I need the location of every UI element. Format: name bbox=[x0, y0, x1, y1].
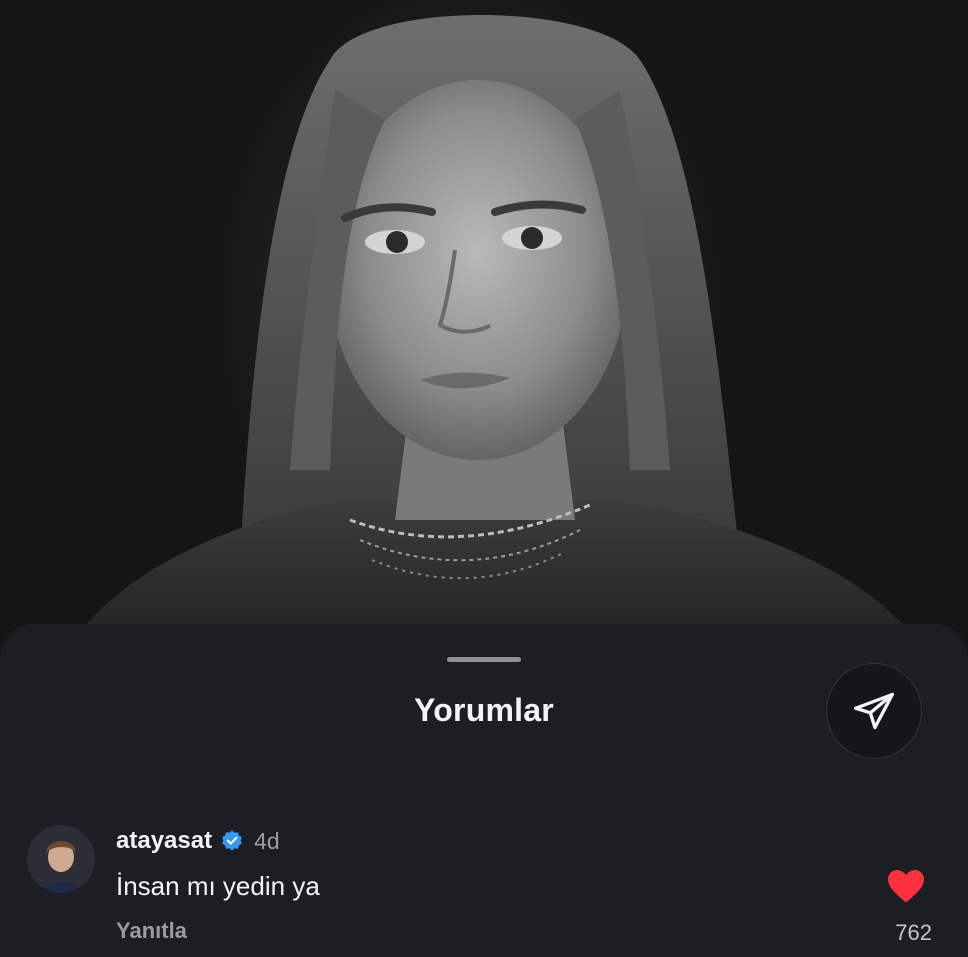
verified-badge-icon bbox=[222, 830, 242, 851]
reply-button[interactable]: Yanıtla bbox=[116, 918, 187, 944]
like-count: 762 bbox=[895, 920, 932, 945]
avatar-image bbox=[27, 825, 95, 893]
post-photo bbox=[0, 0, 968, 660]
comment-header: atayasat 4d bbox=[116, 827, 280, 855]
comment-time: 4d bbox=[254, 827, 280, 854]
comment-item: atayasat 4d İnsan mı yedin ya Yanıtla 76… bbox=[0, 624, 968, 957]
comment-username[interactable]: atayasat bbox=[116, 827, 212, 855]
avatar[interactable] bbox=[27, 825, 95, 893]
portrait-illustration bbox=[60, 15, 930, 660]
comment-text: İnsan mı yedin ya bbox=[116, 871, 320, 901]
heart-icon[interactable] bbox=[886, 868, 926, 904]
